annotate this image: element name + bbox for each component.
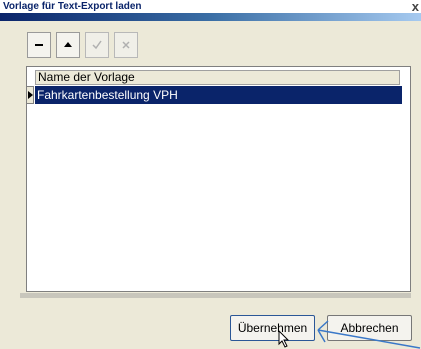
mouse-cursor-icon (278, 330, 290, 348)
window-title: Vorlage für Text-Export laden (3, 1, 142, 12)
column-header-name[interactable]: Name der Vorlage (35, 70, 400, 85)
row-indicator (26, 86, 34, 104)
title-bar-accent (0, 13, 421, 21)
template-list[interactable]: Name der Vorlage Fahrkartenbestellung VP… (26, 66, 411, 292)
move-up-button[interactable] (56, 32, 80, 58)
horizontal-scrollbar[interactable] (20, 293, 411, 298)
dialog-window: Vorlage für Text-Export laden x Name der… (0, 0, 421, 349)
triangle-up-icon (64, 42, 72, 47)
toolbar (27, 32, 147, 62)
title-bar: Vorlage für Text-Export laden x (0, 0, 421, 21)
x-icon (122, 41, 130, 49)
ok-button[interactable]: Übernehmen (230, 315, 315, 341)
row-pointer-icon (28, 91, 33, 99)
cancel-edit-button[interactable] (114, 32, 138, 58)
minus-icon (35, 44, 43, 46)
close-icon[interactable]: x (412, 0, 419, 14)
list-item[interactable]: Fahrkartenbestellung VPH (35, 86, 402, 104)
checkmark-icon (92, 40, 102, 50)
annotation-arrow-icon (317, 320, 421, 349)
delete-button[interactable] (27, 32, 51, 58)
confirm-button[interactable] (85, 32, 109, 58)
